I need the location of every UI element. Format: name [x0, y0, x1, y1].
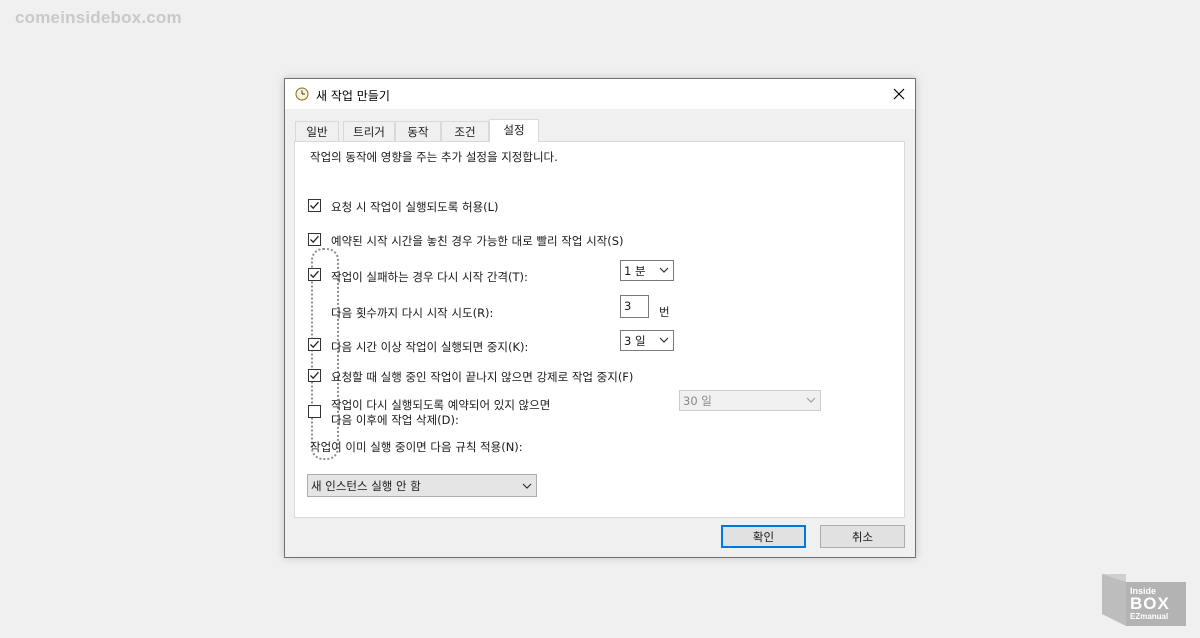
force-stop-checkbox[interactable] [308, 369, 321, 382]
cancel-button[interactable]: 취소 [820, 525, 905, 548]
tab-general[interactable]: 일반 [295, 121, 339, 141]
delete-task-label-line2: 다음 이후에 작업 삭제(D): [331, 413, 459, 427]
rule-label: 작업이 이미 실행 중이면 다음 규칙 적용(N): [310, 440, 523, 454]
check-icon [310, 201, 319, 210]
stop-duration-value: 3 일 [624, 334, 646, 348]
settings-panel: 작업의 동작에 영향을 주는 추가 설정을 지정합니다. 요청 시 작업이 실행… [294, 141, 905, 518]
allow-demand-checkbox[interactable] [308, 199, 321, 212]
force-stop-label: 요청할 때 실행 중인 작업이 끝나지 않으면 강제로 작업 중지(F) [331, 370, 634, 384]
restart-on-fail-label: 작업이 실패하는 경우 다시 시작 간격(T): [331, 270, 528, 284]
run-missed-checkbox[interactable] [308, 233, 321, 246]
check-icon [310, 340, 319, 349]
clock-icon [295, 87, 309, 101]
check-icon [310, 270, 319, 279]
create-task-dialog: 새 작업 만들기 일반 트리거 동작 조건 설정 작업의 동작에 영향을 주는 … [284, 78, 916, 558]
logo-line2: BOX [1130, 594, 1170, 613]
site-watermark: comeinsidebox.com [15, 8, 182, 27]
tab-settings[interactable]: 설정 [489, 119, 539, 142]
title-bar: 새 작업 만들기 [285, 79, 915, 109]
running-rule-select[interactable]: 새 인스턴스 실행 안 함 [307, 474, 537, 497]
chevron-down-icon [522, 483, 532, 489]
delete-after-select[interactable]: 30 일 [679, 390, 821, 411]
restart-count-input[interactable]: 3 [620, 295, 649, 318]
close-icon [893, 88, 905, 100]
stop-duration-select[interactable]: 3 일 [620, 330, 674, 351]
check-icon [310, 371, 319, 380]
tab-triggers[interactable]: 트리거 [343, 121, 395, 141]
restart-count-label: 다음 횟수까지 다시 시작 시도(R): [331, 306, 494, 320]
stop-if-longer-label: 다음 시간 이상 작업이 실행되면 중지(K): [331, 340, 529, 354]
running-rule-value: 새 인스턴스 실행 안 함 [311, 479, 421, 493]
settings-description: 작업의 동작에 영향을 주는 추가 설정을 지정합니다. [310, 150, 558, 164]
restart-interval-value: 1 분 [624, 264, 646, 278]
delete-task-label-line1: 작업이 다시 실행되도록 예약되어 있지 않으면 [331, 398, 551, 412]
delete-after-value: 30 일 [683, 394, 712, 408]
allow-demand-label: 요청 시 작업이 실행되도록 허용(L) [331, 200, 499, 214]
ok-button[interactable]: 확인 [721, 525, 806, 548]
restart-interval-select[interactable]: 1 분 [620, 260, 674, 281]
run-missed-label: 예약된 시작 시간을 놓친 경우 가능한 대로 빨리 작업 시작(S) [331, 234, 624, 248]
stop-if-longer-checkbox[interactable] [308, 338, 321, 351]
dialog-title: 새 작업 만들기 [316, 89, 390, 103]
tab-conditions[interactable]: 조건 [441, 121, 489, 141]
chevron-down-icon [659, 337, 669, 343]
delete-task-checkbox[interactable] [308, 405, 321, 418]
logo-line3: EZmanual [1130, 612, 1169, 621]
chevron-down-icon [659, 267, 669, 273]
close-button[interactable] [883, 79, 915, 109]
check-icon [310, 235, 319, 244]
tab-actions[interactable]: 동작 [395, 121, 441, 141]
insidebox-logo: Inside BOX EZmanual [1096, 568, 1188, 630]
restart-count-unit: 번 [659, 305, 670, 319]
restart-on-fail-checkbox[interactable] [308, 268, 321, 281]
chevron-down-icon [806, 397, 816, 403]
